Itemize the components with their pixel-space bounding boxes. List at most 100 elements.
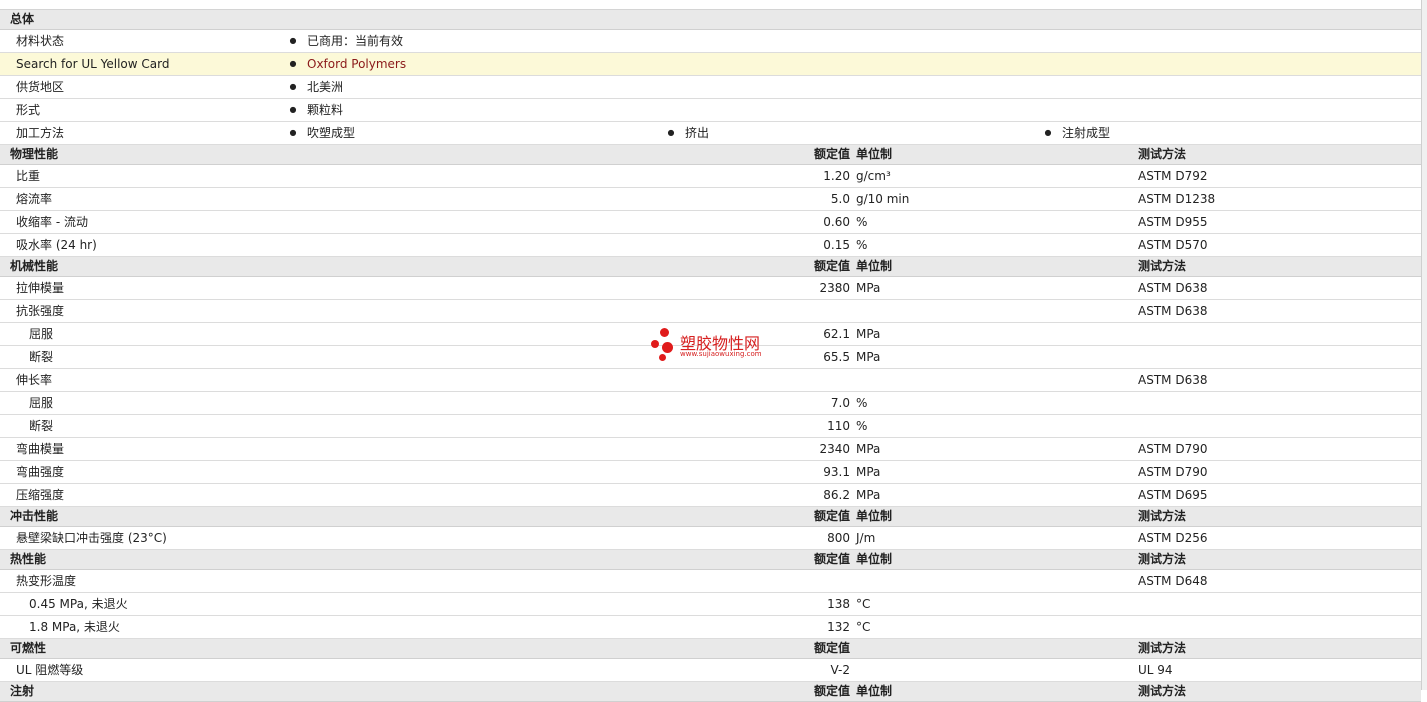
logo-dot-icon [662, 342, 673, 353]
section-header-general: 总体 [0, 10, 1421, 30]
property-value: 7.0 [830, 396, 850, 410]
property-item: 已商用：当前有效 [307, 34, 404, 48]
section-header: 冲击性能 额定值 单位制 测试方法 [0, 507, 1421, 527]
property-label: 屈服 [29, 327, 54, 341]
column-header-method: 测试方法 [1138, 509, 1187, 523]
property-item: 北美洲 [307, 80, 344, 94]
section-header: 可燃性 额定值 测试方法 [0, 639, 1421, 659]
supplier-link[interactable]: Oxford Polymers [307, 53, 406, 75]
bullet-icon: ● [289, 82, 297, 91]
test-method: ASTM D648 [1138, 574, 1208, 588]
column-header-value: 额定值 [813, 509, 850, 523]
section-title: 可燃性 [10, 641, 47, 655]
section-title: 总体 [10, 12, 35, 26]
column-header-unit: 单位制 [856, 259, 893, 273]
property-row: 断裂 110% [0, 415, 1421, 438]
column-header-method: 测试方法 [1138, 259, 1187, 273]
general-row: 供货地区 ● 北美洲 [0, 76, 1421, 99]
property-label: 热变形温度 [16, 574, 77, 588]
property-unit: MPa [856, 488, 881, 502]
property-unit: MPa [856, 327, 881, 341]
property-unit: MPa [856, 442, 881, 456]
property-item: 吹塑成型 [307, 126, 356, 140]
property-row: 悬壁梁缺口冲击强度 (23°C) 800 J/m ASTM D256 [0, 527, 1421, 550]
bullet-icon: ● [667, 128, 675, 137]
property-unit: °C [856, 597, 871, 611]
property-label: 收缩率 - 流动 [16, 215, 88, 229]
property-label: 抗张强度 [16, 304, 65, 318]
property-unit: MPa [856, 281, 881, 295]
property-label: 伸长率 [16, 373, 53, 387]
property-value: 110 [827, 419, 850, 433]
general-row: 材料状态 ● 已商用：当前有效 [0, 30, 1421, 53]
bullet-icon: ● [289, 128, 297, 137]
property-row: 熔流率 5.0 g/10 min ASTM D1238 [0, 188, 1421, 211]
property-row: 压缩强度 86.2 MPa ASTM D695 [0, 484, 1421, 507]
property-row: 屈服 7.0% [0, 392, 1421, 415]
property-value: V-2 [830, 663, 850, 677]
property-unit: MPa [856, 350, 881, 364]
logo-dot-icon [660, 328, 669, 337]
property-row: 弯曲强度 93.1 MPa ASTM D790 [0, 461, 1421, 484]
watermark-url: www.sujiaowuxing.com [680, 350, 762, 358]
test-method: ASTM D955 [1138, 215, 1208, 229]
section-title: 注射 [10, 684, 35, 698]
section-title: 机械性能 [10, 259, 59, 273]
property-label: 1.8 MPa, 未退火 [29, 620, 120, 634]
property-value: 0.15 [823, 238, 850, 252]
property-label: 材料状态 [16, 34, 65, 48]
column-header-method: 测试方法 [1138, 147, 1187, 161]
property-label: 形式 [16, 103, 41, 117]
general-row: Search for UL Yellow Card ● Oxford Polymer… [0, 53, 1421, 76]
column-header-method: 测试方法 [1138, 684, 1187, 698]
test-method: ASTM D638 [1138, 373, 1208, 387]
property-label: 供货地区 [16, 80, 65, 94]
column-header-unit: 单位制 [856, 509, 893, 523]
bullet-icon: ● [1044, 128, 1052, 137]
property-unit: °C [856, 620, 871, 634]
property-label: 0.45 MPa, 未退火 [29, 597, 128, 611]
property-value: 2340 [819, 442, 850, 456]
column-header-value: 额定值 [813, 147, 850, 161]
property-item: 注射成型 [1062, 126, 1111, 140]
property-label: 熔流率 [16, 192, 53, 206]
test-method: ASTM D570 [1138, 238, 1208, 252]
property-value: 1.20 [823, 169, 850, 183]
property-label: 断裂 [29, 350, 54, 364]
column-header-unit: 单位制 [856, 684, 893, 698]
property-label: 吸水率 (24 hr) [16, 238, 97, 252]
general-row: 形式 ● 颗粒料 [0, 99, 1421, 122]
property-value: 62.1 [823, 327, 850, 341]
column-header-method: 测试方法 [1138, 552, 1187, 566]
section-title: 冲击性能 [10, 509, 59, 523]
column-header-unit: 单位制 [856, 552, 893, 566]
property-unit: J/m [856, 531, 876, 545]
property-value: 93.1 [823, 465, 850, 479]
test-method: ASTM D695 [1138, 488, 1208, 502]
property-label: 加工方法 [16, 126, 65, 140]
section-title: 物理性能 [10, 147, 59, 161]
test-method: UL 94 [1138, 663, 1173, 677]
property-row: 伸长率 ASTM D638 [0, 369, 1421, 392]
property-row: 吸水率 (24 hr) 0.15% ASTM D570 [0, 234, 1421, 257]
section-header: 注射 额定值 单位制 测试方法 [0, 682, 1421, 702]
property-row: 收缩率 - 流动 0.60% ASTM D955 [0, 211, 1421, 234]
test-method: ASTM D790 [1138, 442, 1208, 456]
window-right-edge [1421, 0, 1427, 690]
property-value: 5.0 [830, 192, 850, 206]
property-row: 弯曲模量 2340 MPa ASTM D790 [0, 438, 1421, 461]
property-unit: g/cm³ [856, 169, 891, 183]
property-label: UL 阻燃等级 [16, 663, 84, 677]
section-header: 热性能 额定值 单位制 测试方法 [0, 550, 1421, 570]
property-row: 1.8 MPa, 未退火 132 °C [0, 616, 1421, 639]
property-label: 屈服 [29, 396, 54, 410]
property-value: 132 [827, 620, 850, 634]
property-label: 悬壁梁缺口冲击强度 (23°C) [16, 531, 167, 545]
bullet-icon: ● [289, 36, 297, 45]
column-header-value: 额定值 [813, 641, 850, 655]
test-method: ASTM D1238 [1138, 192, 1216, 206]
property-value: 800 [827, 531, 850, 545]
property-row: 拉伸模量 2380 MPa ASTM D638 [0, 277, 1421, 300]
property-unit: MPa [856, 465, 881, 479]
section-header: 物理性能 额定值 单位制 测试方法 [0, 145, 1421, 165]
